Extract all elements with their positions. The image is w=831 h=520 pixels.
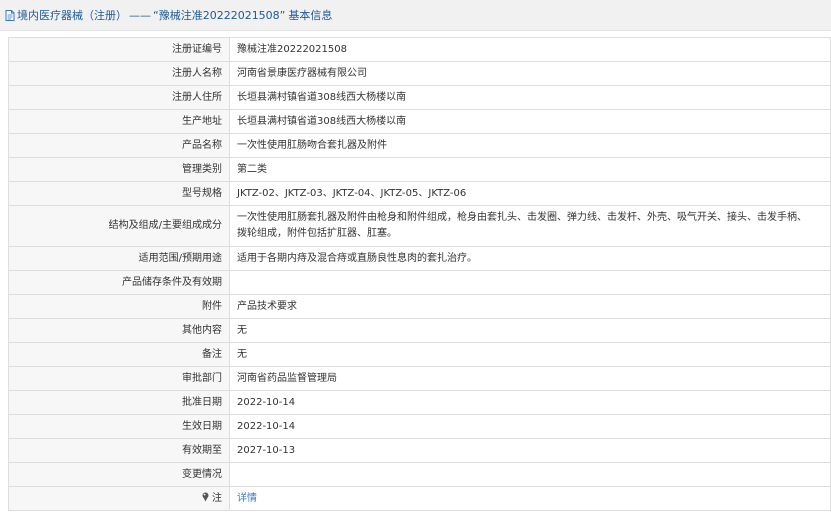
- row-value: 长垣县满村镇省道308线西大杨楼以南: [229, 109, 831, 134]
- table-row: 其他内容 无: [8, 318, 831, 343]
- row-value: 适用于各期内痔及混合痔或直肠良性息肉的套扎治疗。: [229, 246, 831, 271]
- title-suffix: 基本信息: [288, 9, 333, 22]
- row-value: 一次性使用肛肠套扎器及附件由枪身和附件组成，枪身由套扎头、击发圈、弹力线、击发杆…: [229, 205, 831, 247]
- row-label: 产品名称: [8, 133, 230, 158]
- row-value: JKTZ-02、JKTZ-03、JKTZ-04、JKTZ-05、JKTZ-06: [229, 181, 831, 206]
- row-label: 其他内容: [8, 318, 230, 343]
- row-value: [229, 462, 831, 487]
- note-value-cell: 详情: [229, 486, 831, 511]
- table-row: 批准日期 2022-10-14: [8, 390, 831, 415]
- table-row: 备注 无: [8, 342, 831, 367]
- row-value: 豫械注准20222021508: [229, 37, 831, 62]
- table-row: 有效期至 2027-10-13: [8, 438, 831, 463]
- row-label: 审批部门: [8, 366, 230, 391]
- table-row: 产品储存条件及有效期: [8, 270, 831, 295]
- table-row: 产品名称 一次性使用肛肠吻合套扎器及附件: [8, 133, 831, 158]
- table-row: 附件 产品技术要求: [8, 294, 831, 319]
- row-label: 注册证编号: [8, 37, 230, 62]
- table-row: 结构及组成/主要组成成分 一次性使用肛肠套扎器及附件由枪身和附件组成，枪身由套扎…: [8, 205, 831, 247]
- title-separator: ——: [129, 8, 151, 22]
- row-label: 产品储存条件及有效期: [8, 270, 230, 295]
- registration-info-table: 注册证编号 豫械注准20222021508 注册人名称 河南省景康医疗器械有限公…: [8, 37, 831, 511]
- table-row: 生效日期 2022-10-14: [8, 414, 831, 439]
- row-label: 生效日期: [8, 414, 230, 439]
- table-row: 型号规格 JKTZ-02、JKTZ-03、JKTZ-04、JKTZ-05、JKT…: [8, 181, 831, 206]
- table-row: 管理类别 第二类: [8, 157, 831, 182]
- details-link[interactable]: 详情: [237, 493, 257, 504]
- table-row: 适用范围/预期用途 适用于各期内痔及混合痔或直肠良性息肉的套扎治疗。: [8, 246, 831, 271]
- note-label: 注: [212, 492, 222, 504]
- page-title: 境内医疗器械（注册）: [17, 9, 127, 22]
- row-value: 无: [229, 318, 831, 343]
- registration-number-title: “豫械注准20222021508”: [153, 9, 286, 22]
- row-label: 型号规格: [8, 181, 230, 206]
- row-value: [229, 270, 831, 295]
- row-value: 产品技术要求: [229, 294, 831, 319]
- row-label: 注册人名称: [8, 61, 230, 86]
- row-value: 河南省药品监督管理局: [229, 366, 831, 391]
- row-label: 注册人住所: [8, 85, 230, 110]
- row-value: 一次性使用肛肠吻合套扎器及附件: [229, 133, 831, 158]
- row-label: 附件: [8, 294, 230, 319]
- note-label-cell: 注: [8, 486, 230, 511]
- row-value: 2022-10-14: [229, 414, 831, 439]
- row-label: 适用范围/预期用途: [8, 246, 230, 271]
- row-label: 有效期至: [8, 438, 230, 463]
- row-value: 2027-10-13: [229, 438, 831, 463]
- row-label: 批准日期: [8, 390, 230, 415]
- pin-icon: [201, 492, 210, 502]
- row-label: 备注: [8, 342, 230, 367]
- row-value: 第二类: [229, 157, 831, 182]
- row-label: 管理类别: [8, 157, 230, 182]
- row-label: 结构及组成/主要组成成分: [8, 205, 230, 247]
- table-row: 注册证编号 豫械注准20222021508: [8, 37, 831, 62]
- row-label: 生产地址: [8, 109, 230, 134]
- row-value: 2022-10-14: [229, 390, 831, 415]
- table-row: 注册人住所 长垣县满村镇省道308线西大杨楼以南: [8, 85, 831, 110]
- table-row: 审批部门 河南省药品监督管理局: [8, 366, 831, 391]
- row-value: 河南省景康医疗器械有限公司: [229, 61, 831, 86]
- page-header: 境内医疗器械（注册） —— “豫械注准20222021508” 基本信息: [0, 0, 831, 31]
- row-value: 长垣县满村镇省道308线西大杨楼以南: [229, 85, 831, 110]
- table-row: 注册人名称 河南省景康医疗器械有限公司: [8, 61, 831, 86]
- row-value: 无: [229, 342, 831, 367]
- row-label: 变更情况: [8, 462, 230, 487]
- document-icon: [5, 9, 15, 21]
- table-row: 变更情况: [8, 462, 831, 487]
- table-row: 生产地址 长垣县满村镇省道308线西大杨楼以南: [8, 109, 831, 134]
- note-row: 注 详情: [8, 486, 831, 511]
